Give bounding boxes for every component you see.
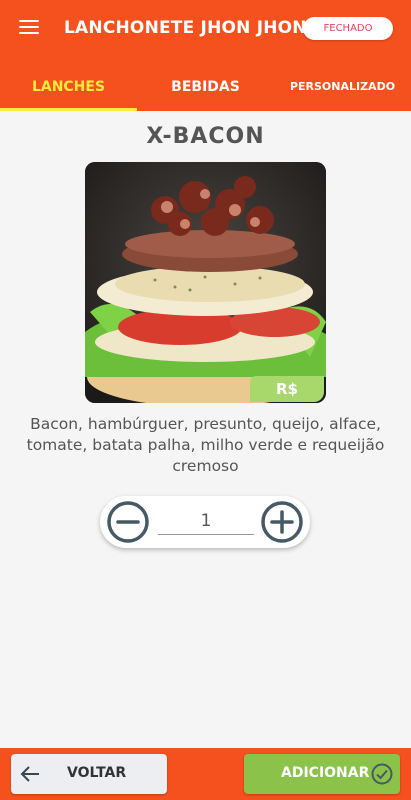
check-circle-icon: [371, 763, 393, 785]
tab-lanches[interactable]: LANCHES: [0, 62, 137, 111]
add-to-cart-button[interactable]: ADICIONAR: [244, 754, 400, 794]
add-button-label: ADICIONAR: [281, 765, 370, 781]
price-tag: R$ 10,00: [250, 376, 324, 402]
bottom-action-bar: VOLTAR ADICIONAR: [0, 748, 411, 800]
tab-personalizado[interactable]: PERSONALIZADO: [274, 62, 411, 111]
minus-circle-icon[interactable]: [106, 500, 150, 544]
menu-icon[interactable]: [19, 18, 41, 36]
status-badge: FECHADO: [303, 17, 393, 40]
back-button[interactable]: VOLTAR: [11, 754, 167, 794]
product-photo: R$ 10,00: [85, 162, 326, 403]
active-tab-indicator: [0, 108, 137, 111]
arrow-left-icon: [20, 766, 39, 782]
app-bar: LANCHONETE JHON JHON FECHADO: [0, 0, 411, 62]
burger-image: [85, 162, 326, 403]
product-description: Bacon, hambúrguer, presunto, queijo, alf…: [26, 415, 385, 475]
tab-bebidas[interactable]: BEBIDAS: [137, 62, 274, 111]
quantity-input[interactable]: [158, 508, 254, 535]
quantity-stepper: [100, 496, 310, 548]
category-tabs: LANCHES BEBIDAS PERSONALIZADO: [0, 62, 411, 111]
product-title: X-BACON: [146, 124, 265, 149]
plus-circle-icon[interactable]: [260, 500, 304, 544]
back-button-label: VOLTAR: [67, 765, 127, 781]
app-title: LANCHONETE JHON JHON: [64, 18, 307, 38]
